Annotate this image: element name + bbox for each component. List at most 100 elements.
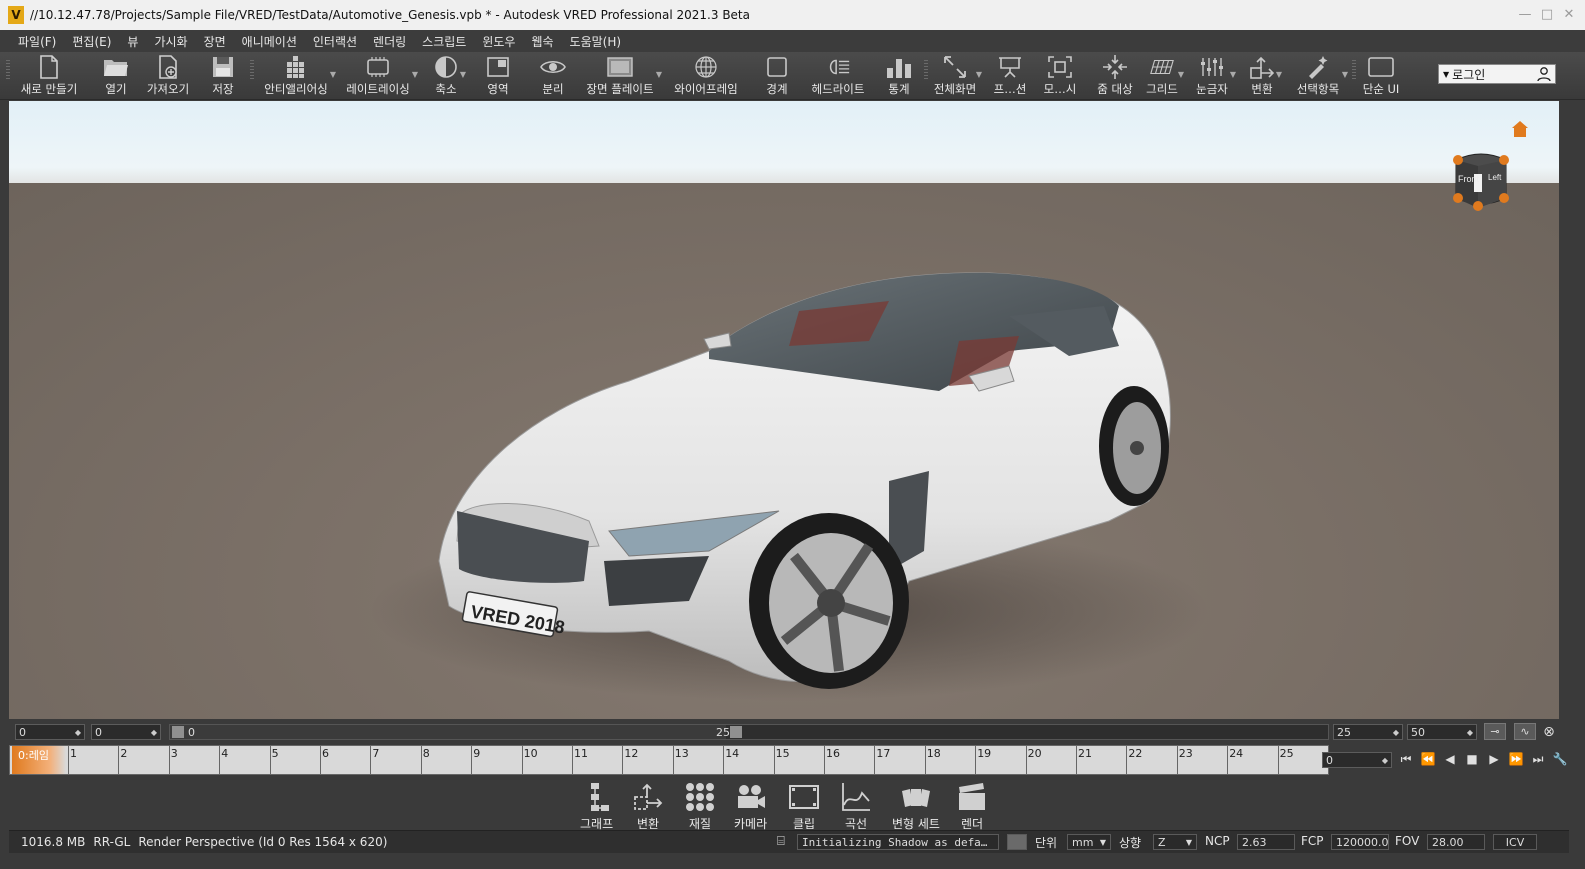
menu-window[interactable]: 윈도우 [474,33,523,50]
headlight-button[interactable]: 헤드라이트 [806,52,870,98]
menu-visualization[interactable]: 가시화 [146,33,195,50]
menu-webcomponents[interactable]: 웹숙 [523,33,561,50]
play-reverse-icon[interactable]: ◀ [1442,752,1458,766]
maximize-button[interactable]: □ [1537,4,1557,24]
dock-transform-button[interactable]: 변환 [632,781,664,832]
icv-button[interactable]: ICV [1493,834,1537,850]
terminal-icon[interactable]: ⌸ [777,834,785,849]
range-spinbox[interactable]: 50 ◆ [1407,724,1477,740]
menu-interaction[interactable]: 인터랙션 [305,33,365,50]
dropdown-arrow-icon[interactable]: ▼ [1276,70,1282,79]
dock-render-button[interactable]: 렌더 [956,781,988,832]
up-axis-select[interactable]: Z ▼ [1153,834,1197,850]
dropdown-arrow-icon[interactable]: ▼ [656,70,662,79]
fov-input[interactable]: 28.00 [1427,834,1485,850]
fcp-label: FCP [1301,834,1324,848]
close-circle-icon[interactable]: ⊗ [1540,723,1558,740]
stats-button[interactable]: 통계 [884,52,914,98]
curve-icon[interactable]: ∿ [1514,723,1536,740]
start-frame-spinbox[interactable]: 0 ◆ [15,724,85,740]
time-range-slider[interactable]: 0 25 [169,724,1329,740]
spin-arrows-icon[interactable]: ◆ [1382,756,1388,765]
simple-ui-button[interactable]: 단순 UI [1360,52,1402,98]
current-frame-spinbox[interactable]: 0 ◆ [1322,752,1392,768]
import-button[interactable]: 가져오기 [142,52,194,98]
menu-file[interactable]: 파일(F) [10,33,64,50]
spin-arrows-icon[interactable]: ◆ [75,728,81,737]
menu-help[interactable]: 도움말(H) [562,33,630,50]
slider-end-handle[interactable] [730,726,742,738]
ncp-input[interactable]: 2.63 [1237,834,1295,850]
step-back-icon[interactable]: ⏪ [1420,752,1436,766]
bounds-button[interactable]: 경계 [762,52,792,98]
dock-variant-set-button[interactable]: 변형 세트 [892,781,940,832]
unit-select[interactable]: mm ▼ [1067,834,1111,850]
dropdown-arrow-icon[interactable]: ▼ [412,70,418,79]
fullscreen-button[interactable]: 전체화면 ▼ [930,52,982,98]
new-button[interactable]: 새로 만들기 [16,52,82,98]
presentation-button[interactable]: 프…션 [990,52,1030,98]
home-icon[interactable] [1511,120,1529,138]
grid-button[interactable]: 그리드 ▼ [1142,52,1184,98]
zoom-target-button[interactable]: 줌 대상 [1090,52,1140,98]
spin-arrows-icon[interactable]: ◆ [151,728,157,737]
transform-button[interactable]: 변환 ▼ [1244,52,1282,98]
menu-script[interactable]: 스크립트 [414,33,474,50]
raytracing-button[interactable]: 레이트레이싱 ▼ [340,52,418,98]
login-dropdown[interactable]: ▼ 로그인 [1438,64,1556,84]
jump-start-icon[interactable]: ⏮ [1398,752,1414,767]
dropdown-arrow-icon[interactable]: ▼ [1230,70,1236,79]
spin-arrows-icon[interactable]: ◆ [1393,728,1399,737]
dropdown-arrow-icon[interactable]: ▼ [976,70,982,79]
play-icon[interactable]: ▶ [1486,752,1502,766]
dock-camera-button[interactable]: 카메라 [734,781,767,832]
menu-rendering[interactable]: 렌더링 [365,33,414,50]
dropdown-arrow-icon[interactable]: ▼ [1178,70,1184,79]
dropdown-arrow-icon[interactable]: ▼ [1342,70,1348,79]
selection-button[interactable]: 선택항목 ▼ [1290,52,1348,98]
end-frame-spinbox[interactable]: 0 ◆ [91,724,161,740]
menu-view[interactable]: 뷰 [119,33,146,50]
wireframe-button[interactable]: 와이어프레임 [670,52,742,98]
spin-arrows-icon[interactable]: ◆ [1467,728,1473,737]
wrench-icon[interactable]: 🔧 [1552,752,1568,766]
camera-icon [737,785,765,808]
menu-scene[interactable]: 장면 [196,33,234,50]
antialiasing-button[interactable]: 안티앨리어싱 ▼ [258,52,336,98]
dock-clip-button[interactable]: 클립 [788,781,820,832]
navigation-cube[interactable]: Front Left [1448,146,1514,212]
toolbar-grip[interactable] [6,60,10,80]
dropdown-arrow-icon[interactable]: ▼ [460,70,466,79]
open-button[interactable]: 열기 [96,52,136,98]
fcp-input[interactable]: 120000.00 [1331,834,1389,850]
save-button[interactable]: 저장 [206,52,240,98]
show-all-button[interactable]: 모…시 [1040,52,1080,98]
timeline-tick [1227,746,1229,774]
jump-end-icon[interactable]: ⏭ [1530,752,1546,767]
timeline-ruler[interactable]: 0:레임 1 2 3 4 5 6 7 8 9 10 11 12 13 14 15 16 17 18 19 20 21 22… [9,745,1329,775]
scene-plate-button[interactable]: 장면 플레이트 ▼ [580,52,662,98]
timeline-tick [874,746,876,774]
reduce-button[interactable]: 축소 ▼ [428,52,466,98]
menu-animation[interactable]: 애니메이션 [234,33,305,50]
menu-edit[interactable]: 편집(E) [64,33,119,50]
dock-graph-button[interactable]: 그래프 [580,781,613,832]
timeline-tick-label: 2 [120,747,128,760]
stop-icon[interactable]: ■ [1464,752,1480,766]
render-viewport[interactable]: VRED 2018 Front Left [9,101,1559,719]
key-icon[interactable]: ⊸ [1484,723,1506,740]
region-button[interactable]: 영역 [482,52,514,98]
dock-curve-button[interactable]: 곡선 [840,781,872,832]
ruler-button[interactable]: 눈금자 ▼ [1190,52,1236,98]
timeline-tick-label: 15 [775,747,790,760]
close-button[interactable]: ✕ [1559,4,1579,24]
timeline-tick-label: 9 [473,747,481,760]
slider-start-handle[interactable] [172,726,184,738]
console-toggle-button[interactable] [1007,834,1027,850]
dock-material-button[interactable]: 재질 [684,781,716,832]
separate-button[interactable]: 분리 [538,52,568,98]
dropdown-arrow-icon[interactable]: ▼ [330,70,336,79]
minimize-button[interactable]: — [1515,4,1535,24]
step-forward-icon[interactable]: ⏩ [1508,752,1524,766]
fps-spinbox[interactable]: 25 ◆ [1333,724,1403,740]
